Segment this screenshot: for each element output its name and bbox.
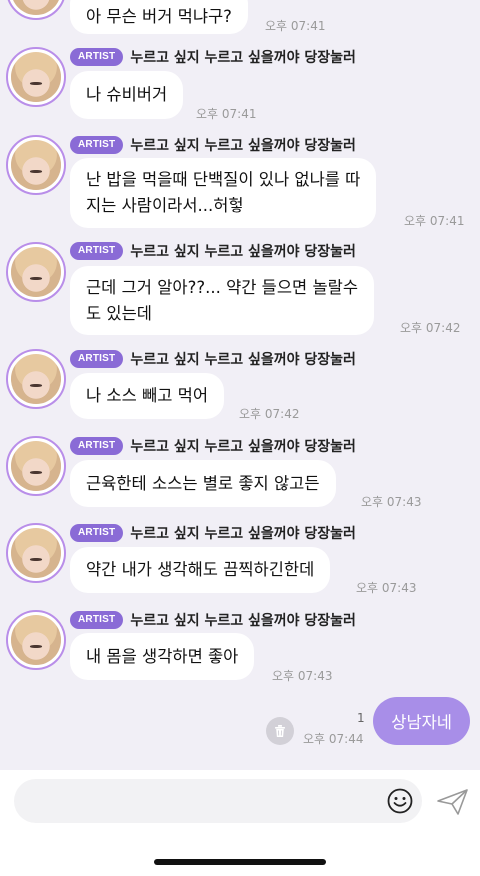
message-text: 아 무슨 버거 먹냐구?	[86, 7, 232, 26]
sender-name: 누르고 싶지 누르고 싶을꺼야 당장눌러	[130, 352, 356, 368]
message-bubble[interactable]: 약간 내가 생각해도 끔찍하긴한데	[70, 547, 331, 593]
sender-name: 누르고 싶지 누르고 싶을꺼야 당장눌러	[130, 50, 356, 66]
sender-row: ARTIST 누르고 싶지 누르고 싶을꺼야 당장눌러	[70, 241, 356, 261]
message-text: 근육한테 소스는 별로 좋지 않고든	[86, 473, 320, 493]
sender-name: 누르고 싶지 누르고 싶을꺼야 당장눌러	[130, 244, 356, 260]
message-bubble[interactable]: 근데 그거 알아??... 약간 들으면 놀랄수 도 있는데	[70, 266, 374, 335]
message-time: 오후 07:41	[404, 214, 465, 228]
sent-message-time: 오후 07:44	[303, 732, 364, 746]
message-bubble[interactable]: 나 슈비버거	[70, 71, 184, 119]
message-text: 약간 내가 생각해도 끔찍하긴한데	[86, 560, 315, 579]
sent-message-text: 상남자네	[391, 713, 452, 732]
sender-name: 누르고 싶지 누르고 싶을꺼야 당장눌러	[130, 439, 356, 455]
read-count: 1	[357, 711, 365, 725]
message-bubble[interactable]: 난 밥을 먹을때 단백질이 있나 없나를 따 지는 사람이라서...허헣	[70, 158, 377, 228]
artist-badge: ARTIST	[70, 611, 124, 629]
trash-icon	[275, 725, 285, 737]
sent-message-bubble[interactable]: 상남자네	[373, 697, 470, 745]
artist-badge: ARTIST	[70, 48, 124, 66]
avatar[interactable]	[6, 135, 66, 195]
message-time: 오후 07:41	[196, 107, 257, 121]
message-time: 오후 07:41	[265, 19, 326, 33]
message-time: 오후 07:43	[272, 669, 333, 683]
message-text: 나 소스 빼고 먹어	[86, 386, 208, 405]
message-text: 나 슈비버거	[86, 85, 168, 104]
emoji-icon	[387, 788, 413, 814]
avatar[interactable]	[6, 436, 66, 496]
sender-row: ARTIST 누르고 싶지 누르고 싶을꺼야 당장눌러	[70, 436, 356, 456]
sender-row: ARTIST 누르고 싶지 누르고 싶을꺼야 당장눌러	[70, 349, 356, 369]
message-composer	[0, 770, 480, 876]
artist-badge: ARTIST	[70, 437, 124, 455]
message-bubble[interactable]: 아 무슨 버거 먹냐구?	[70, 0, 248, 34]
home-indicator[interactable]	[154, 859, 326, 865]
delete-button[interactable]	[266, 717, 294, 745]
avatar[interactable]	[6, 47, 66, 107]
message-text: 지는 사람이라서...허헣	[86, 196, 244, 215]
avatar[interactable]	[6, 242, 66, 302]
avatar[interactable]	[6, 0, 66, 20]
message-input[interactable]	[14, 779, 422, 823]
message-bubble[interactable]: 나 소스 빼고 먹어	[70, 373, 224, 419]
avatar[interactable]	[6, 523, 66, 583]
sender-name: 누르고 싶지 누르고 싶을꺼야 당장눌러	[130, 613, 356, 629]
message-bubble[interactable]: 근육한테 소스는 별로 좋지 않고든	[70, 460, 336, 507]
message-bubble[interactable]: 내 몸을 생각하면 좋아	[70, 633, 255, 680]
message-time: 오후 07:42	[239, 407, 300, 421]
artist-badge: ARTIST	[70, 524, 124, 542]
artist-badge: ARTIST	[70, 136, 124, 154]
message-text: 근데 그거 알아??... 약간 들으면 놀랄수	[86, 277, 358, 297]
avatar[interactable]	[6, 610, 66, 670]
sender-row: ARTIST 누르고 싶지 누르고 싶을꺼야 당장눌러	[70, 610, 356, 630]
message-text: 도 있는데	[86, 303, 152, 323]
artist-badge: ARTIST	[70, 350, 124, 368]
sender-row: ARTIST 누르고 싶지 누르고 싶을꺼야 당장눌러	[70, 523, 356, 543]
send-button[interactable]	[436, 787, 470, 817]
sender-row: ARTIST 누르고 싶지 누르고 싶을꺼야 당장눌러	[70, 47, 356, 67]
sender-name: 누르고 싶지 누르고 싶을꺼야 당장눌러	[130, 138, 356, 154]
paper-plane-icon	[437, 789, 468, 815]
sender-name: 누르고 싶지 누르고 싶을꺼야 당장눌러	[130, 526, 356, 542]
message-text: 내 몸을 생각하면 좋아	[86, 646, 239, 666]
message-time: 오후 07:43	[361, 495, 422, 509]
chat-area[interactable]: 아 무슨 버거 먹냐구? 오후 07:41 ARTIST 누르고 싶지 누르고 …	[0, 0, 480, 770]
emoji-button[interactable]	[386, 787, 414, 815]
sender-row: ARTIST 누르고 싶지 누르고 싶을꺼야 당장눌러	[70, 135, 356, 155]
artist-badge: ARTIST	[70, 242, 124, 260]
message-time: 오후 07:43	[356, 581, 417, 595]
avatar[interactable]	[6, 349, 66, 409]
message-time: 오후 07:42	[400, 321, 461, 335]
message-text: 난 밥을 먹을때 단백질이 있나 없나를 따	[86, 170, 361, 189]
